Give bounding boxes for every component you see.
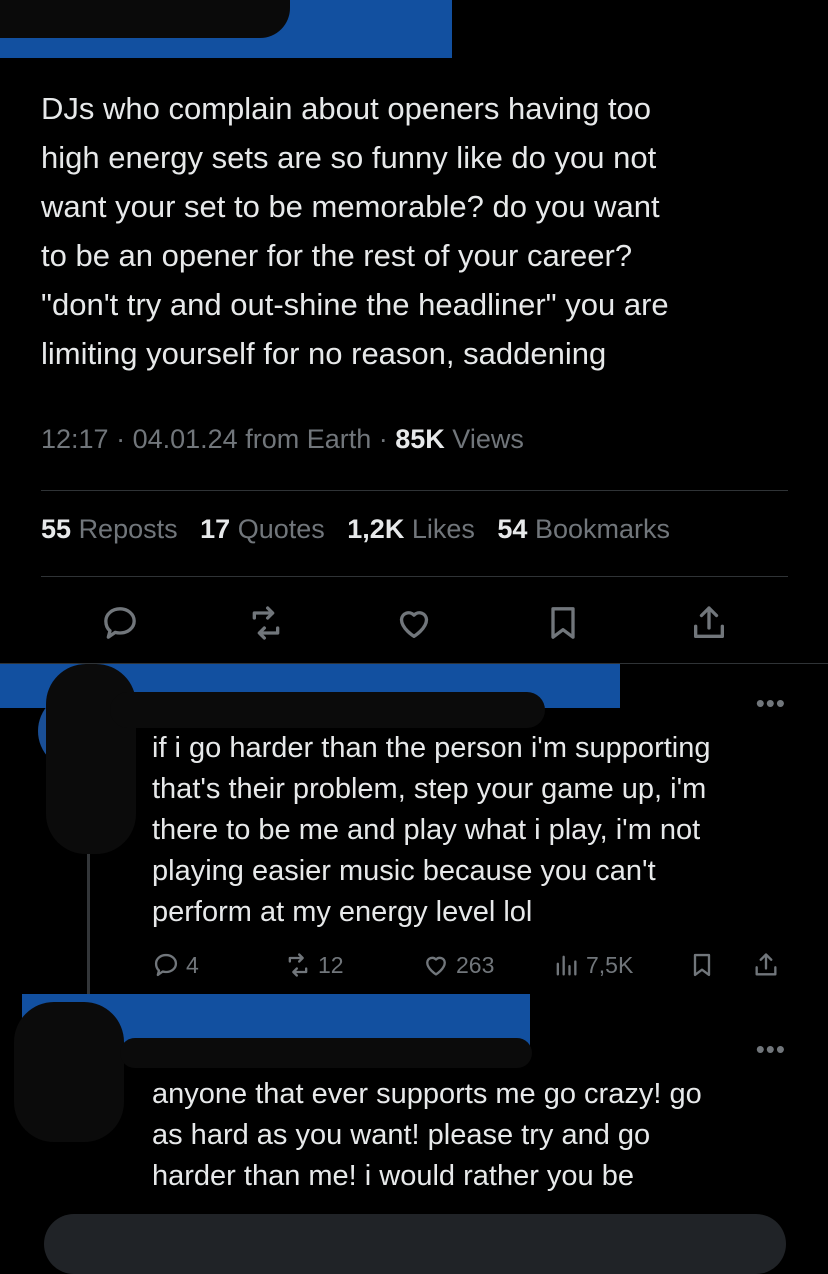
repost-count: 12 [318,951,344,978]
views-icon [552,951,580,979]
redaction-scribble [110,692,545,728]
post-time: 12:17 [41,424,109,454]
redaction-scribble [0,0,290,38]
reply-button[interactable]: 4 [152,948,199,982]
repost-button[interactable]: 12 [284,948,344,982]
redaction-overlay [0,0,452,58]
redaction-scribble [14,1002,124,1142]
views-label: Views [452,424,524,454]
redaction-scribble [120,1038,532,1068]
like-icon[interactable] [394,603,434,643]
repost-icon [284,951,312,979]
share-icon[interactable] [689,603,729,643]
post-meta: 12:17 · 04.01.24 from Earth · 85K Views [41,424,524,454]
like-icon [422,951,450,979]
reply-item[interactable]: ••• anyone that ever supports me go craz… [0,994,828,1235]
repost-icon[interactable] [246,603,286,643]
bookmark-button[interactable] [688,948,722,982]
divider [41,576,788,577]
bookmarks-stat[interactable]: 54 Bookmarks [497,514,670,544]
bookmark-icon [688,951,716,979]
view-count: 7,5K [586,951,634,978]
reply-item[interactable]: ••• if i go harder than the person i'm s… [0,664,828,1004]
share-icon [752,951,780,979]
post-actions [0,603,828,643]
reposts-stat[interactable]: 55 Reposts [41,514,178,544]
reply-composer[interactable] [44,1214,786,1274]
post-text: DJs who complain about openers having to… [41,91,669,371]
like-button[interactable]: 263 [422,948,494,982]
bookmark-icon[interactable] [543,603,583,643]
share-button[interactable] [752,948,786,982]
like-count: 263 [456,951,495,978]
reply-actions: 4 12 263 7,5K [152,948,792,982]
reply-icon [152,951,180,979]
post-date: 04.01.24 [132,424,238,454]
more-options-icon[interactable]: ••• [756,1034,786,1065]
views-button[interactable]: 7,5K [552,948,633,982]
reply-text: anyone that ever supports me go crazy! g… [152,1078,702,1192]
divider [41,490,788,491]
reply-icon[interactable] [100,603,140,643]
quotes-stat[interactable]: 17 Quotes [200,514,325,544]
more-options-icon[interactable]: ••• [756,688,786,719]
post-source: from Earth [245,424,372,454]
post-stats: 55 Reposts 17 Quotes 1,2K Likes 54 Bookm… [41,514,685,545]
reply-text: if i go harder than the person i'm suppo… [152,732,711,928]
reply-count: 4 [186,951,199,978]
likes-stat[interactable]: 1,2K Likes [347,514,475,544]
views-count: 85K [395,424,445,454]
